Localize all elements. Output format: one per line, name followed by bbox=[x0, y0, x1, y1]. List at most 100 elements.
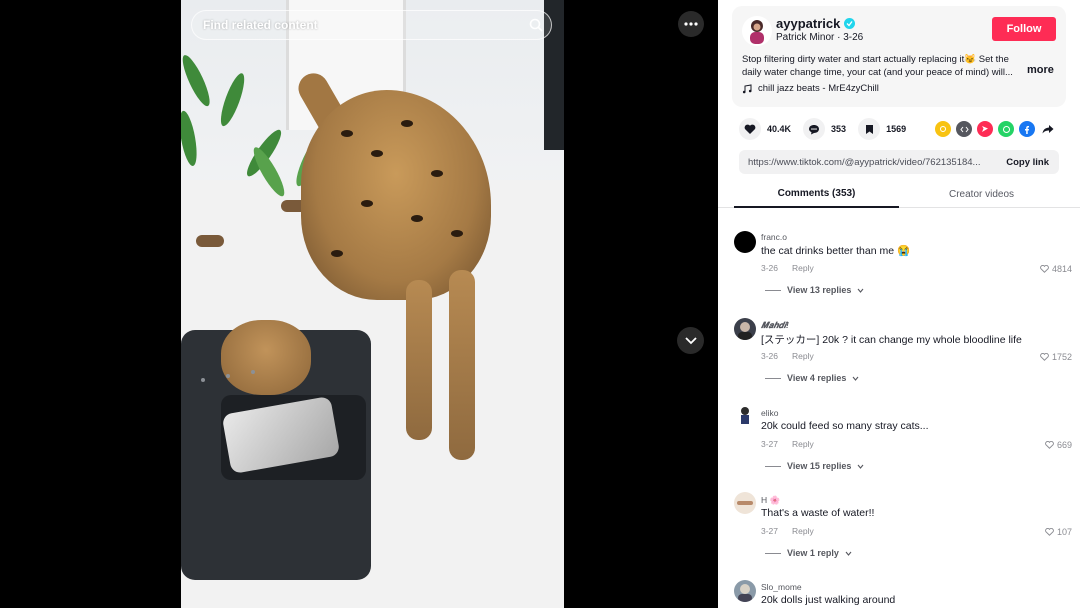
embed-coin-icon[interactable] bbox=[935, 121, 951, 137]
view-replies-button[interactable]: View 15 replies bbox=[765, 461, 864, 471]
comment-action[interactable]: 353 bbox=[803, 118, 846, 140]
divider-line bbox=[765, 289, 781, 291]
music-note-icon bbox=[742, 83, 752, 93]
comment-meta: 3-27 Reply bbox=[761, 526, 814, 536]
view-replies-button[interactable]: View 13 replies bbox=[765, 285, 864, 295]
comment-text: [ステッカー] 20k ? it can change my whole blo… bbox=[761, 334, 1022, 346]
reply-button[interactable]: Reply bbox=[792, 439, 814, 449]
fountain-led bbox=[251, 370, 255, 374]
plant-pot bbox=[196, 235, 224, 247]
next-video-button[interactable] bbox=[677, 327, 704, 354]
ellipsis-icon bbox=[684, 22, 698, 26]
author-display-line: Patrick Minor · 3-26 bbox=[776, 32, 864, 43]
commenter-avatar[interactable] bbox=[734, 492, 756, 514]
comment-like-count: 107 bbox=[1056, 527, 1072, 537]
comment-meta: 3-26 Reply bbox=[761, 263, 814, 273]
view-replies-label[interactable]: View 15 replies bbox=[787, 461, 851, 471]
cat-leg bbox=[406, 280, 432, 440]
like-action[interactable]: 40.4K bbox=[739, 118, 791, 140]
save-action[interactable]: 1569 bbox=[858, 118, 906, 140]
comment-date: 3-27 bbox=[761, 439, 779, 449]
share-arrow-icon[interactable] bbox=[1040, 121, 1056, 137]
panel-tabs: Comments (353) Creator videos bbox=[718, 180, 1080, 208]
commenter-name[interactable]: H 🌸 bbox=[761, 495, 780, 506]
chevron-down-icon bbox=[852, 376, 859, 381]
view-replies-button[interactable]: View 1 reply bbox=[765, 548, 852, 558]
view-replies-label[interactable]: View 4 replies bbox=[787, 373, 846, 383]
cat-spot bbox=[371, 150, 383, 157]
search-input[interactable]: Find related content bbox=[203, 18, 521, 32]
caption-more-link[interactable]: more bbox=[1027, 64, 1054, 76]
cat-leg bbox=[449, 270, 475, 460]
video-pane: Find related content bbox=[0, 0, 718, 608]
copy-link-button[interactable]: Copy link bbox=[996, 157, 1059, 168]
follow-button[interactable]: Follow bbox=[992, 17, 1056, 41]
view-replies-label[interactable]: View 13 replies bbox=[787, 285, 851, 295]
bookmark-icon[interactable] bbox=[858, 118, 881, 140]
comment-like-button[interactable]: 669 bbox=[1045, 440, 1072, 450]
commenter-name[interactable]: franc.o bbox=[761, 232, 787, 242]
author-username[interactable]: ayypatrick bbox=[776, 16, 856, 31]
heart-outline-icon bbox=[1045, 528, 1054, 536]
commenter-avatar[interactable] bbox=[734, 318, 756, 340]
video-player[interactable] bbox=[181, 0, 564, 608]
commenter-name[interactable]: 𝑴𝒂𝒉𝒅𝒊! bbox=[761, 320, 789, 331]
chevron-down-icon bbox=[845, 551, 852, 556]
facebook-icon[interactable] bbox=[1019, 121, 1035, 137]
more-options-button[interactable] bbox=[678, 11, 704, 37]
commenter-name[interactable]: eliko bbox=[761, 408, 778, 418]
whatsapp-icon[interactable] bbox=[998, 121, 1014, 137]
search-icon[interactable] bbox=[521, 10, 551, 40]
chevron-down-icon bbox=[857, 464, 864, 469]
commenter-name[interactable]: Slo_mome bbox=[761, 582, 802, 592]
comment-like-button[interactable]: 1752 bbox=[1040, 352, 1072, 362]
plant-leaf bbox=[181, 52, 215, 109]
cat-spot bbox=[401, 120, 413, 127]
author-username-text[interactable]: ayypatrick bbox=[776, 16, 840, 31]
video-caption: Stop filtering dirty water and start act… bbox=[742, 54, 1013, 78]
chevron-down-icon bbox=[857, 288, 864, 293]
chevron-down-icon bbox=[684, 336, 697, 344]
cat-body bbox=[301, 90, 491, 300]
comment-like-button[interactable]: 4814 bbox=[1040, 264, 1072, 274]
comment-meta: 3-26 Reply bbox=[761, 351, 814, 361]
reply-button[interactable]: Reply bbox=[792, 526, 814, 536]
side-panel: ayypatrick Patrick Minor · 3-26 Follow S… bbox=[718, 0, 1080, 608]
cat-spot bbox=[361, 200, 373, 207]
comment-text: That's a waste of water!! bbox=[761, 507, 875, 519]
plant-leaf bbox=[216, 70, 249, 129]
reply-button[interactable]: Reply bbox=[792, 263, 814, 273]
comment-like-button[interactable]: 107 bbox=[1045, 527, 1072, 537]
cat-head bbox=[221, 320, 311, 395]
author-avatar[interactable] bbox=[742, 16, 772, 46]
reply-button[interactable]: Reply bbox=[792, 351, 814, 361]
embed-code-icon[interactable] bbox=[956, 121, 972, 137]
commenter-avatar[interactable] bbox=[734, 231, 756, 253]
comment-icon[interactable] bbox=[803, 118, 826, 140]
video-link-box: https://www.tiktok.com/@ayypatrick/video… bbox=[739, 150, 1059, 174]
heart-outline-icon bbox=[1040, 265, 1049, 273]
comment-like-count: 4814 bbox=[1051, 264, 1072, 274]
cat-spot bbox=[411, 215, 423, 222]
comment-like-count: 669 bbox=[1056, 440, 1072, 450]
comment-count: 353 bbox=[831, 124, 847, 134]
commenter-avatar[interactable] bbox=[734, 404, 756, 426]
send-icon[interactable] bbox=[977, 121, 993, 137]
commenter-avatar[interactable] bbox=[734, 580, 756, 602]
search-bar[interactable]: Find related content bbox=[191, 10, 552, 40]
cat-spot bbox=[431, 170, 443, 177]
comment-date: 3-26 bbox=[761, 263, 779, 273]
view-replies-label[interactable]: View 1 reply bbox=[787, 548, 839, 558]
video-link-url[interactable]: https://www.tiktok.com/@ayypatrick/video… bbox=[739, 157, 996, 168]
music-link[interactable]: chill jazz beats - MrE4zyChill bbox=[742, 83, 879, 94]
view-replies-button[interactable]: View 4 replies bbox=[765, 373, 859, 383]
tab-comments[interactable]: Comments (353) bbox=[734, 180, 899, 208]
heart-outline-icon bbox=[1040, 353, 1049, 361]
tab-creator-videos[interactable]: Creator videos bbox=[899, 180, 1064, 208]
verified-icon bbox=[844, 18, 856, 29]
heart-outline-icon bbox=[1045, 441, 1054, 449]
music-title[interactable]: chill jazz beats - MrE4zyChill bbox=[758, 83, 879, 94]
divider-line bbox=[765, 377, 781, 379]
heart-icon[interactable] bbox=[739, 118, 761, 140]
like-count: 40.4K bbox=[767, 124, 792, 134]
